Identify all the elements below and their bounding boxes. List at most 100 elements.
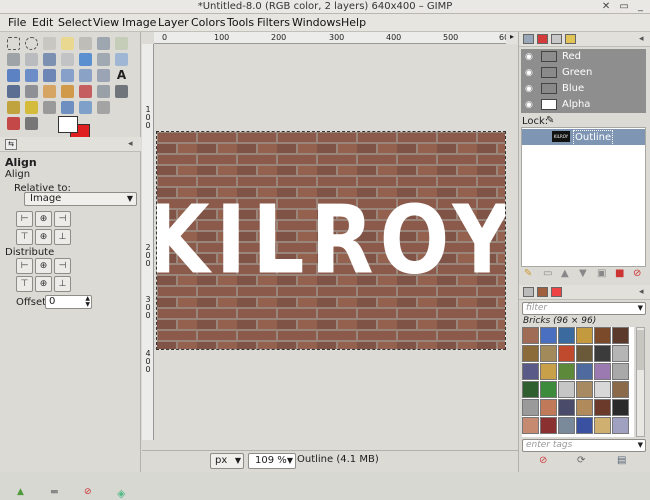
eye-icon[interactable]: ◉ <box>525 100 533 110</box>
pattern-swatch[interactable] <box>612 345 629 362</box>
channel-green[interactable]: ◉ Green <box>521 65 646 81</box>
new-layer-icon[interactable]: ✎ <box>524 268 532 279</box>
align-top-button[interactable]: ⊤ <box>16 229 33 245</box>
menu-tools[interactable]: Tools <box>227 14 254 32</box>
pencil-icon[interactable] <box>43 85 56 98</box>
open-pattern-icon[interactable]: ▤ <box>617 455 626 466</box>
crop-icon[interactable] <box>115 53 128 66</box>
menu-edit[interactable]: Edit <box>32 14 53 32</box>
align-right-button[interactable]: ⊣ <box>54 211 71 227</box>
navigate-icon[interactable]: ▸ <box>506 32 518 44</box>
pattern-swatch[interactable] <box>594 417 611 434</box>
pattern-swatch[interactable] <box>594 345 611 362</box>
pattern-swatch[interactable] <box>576 381 593 398</box>
align-icon[interactable] <box>97 53 110 66</box>
airbrush-icon[interactable] <box>97 85 110 98</box>
color-picker-icon[interactable] <box>25 53 38 66</box>
tab-menu-icon[interactable]: ◂ <box>639 287 644 297</box>
eye-icon[interactable]: ◉ <box>525 84 533 94</box>
blend-icon[interactable] <box>25 85 38 98</box>
pattern-swatch[interactable] <box>558 327 575 344</box>
eraser-icon[interactable] <box>79 85 92 98</box>
pattern-swatch[interactable] <box>612 381 629 398</box>
undo-tab-icon[interactable] <box>565 34 576 44</box>
delete-options-icon[interactable]: ⊘ <box>84 487 94 497</box>
text-tool-icon[interactable]: A <box>115 69 128 82</box>
save-options-icon[interactable]: ▲ <box>17 487 27 497</box>
pattern-swatch[interactable] <box>522 345 539 362</box>
pattern-scrollbar[interactable] <box>636 327 645 437</box>
pattern-swatch[interactable] <box>558 363 575 380</box>
pattern-tags-input[interactable]: enter tags ▼ <box>522 439 646 452</box>
zoom-icon[interactable] <box>43 53 56 66</box>
pattern-swatch[interactable] <box>594 327 611 344</box>
align-left-button[interactable]: ⊢ <box>16 211 33 227</box>
pattern-swatch[interactable] <box>540 345 557 362</box>
paintbrush-icon[interactable] <box>61 85 74 98</box>
pattern-swatch[interactable] <box>576 327 593 344</box>
tab-menu-icon[interactable]: ◂ <box>128 139 133 149</box>
pattern-swatch[interactable] <box>594 381 611 398</box>
eye-icon[interactable]: ◉ <box>525 52 533 62</box>
pattern-swatch[interactable] <box>558 417 575 434</box>
delete-layer-icon[interactable]: ⊘ <box>633 268 641 279</box>
brushes-tab-icon[interactable] <box>523 287 534 297</box>
menu-windows[interactable]: Windows <box>292 14 341 32</box>
new-group-icon[interactable]: ▭ <box>543 268 552 279</box>
refresh-patterns-icon[interactable]: ⟳ <box>577 455 585 466</box>
foreground-color-swatch[interactable] <box>58 116 78 133</box>
eye-icon[interactable]: ◉ <box>525 68 533 78</box>
move-icon[interactable] <box>79 53 92 66</box>
tab-menu-icon[interactable]: ◂ <box>639 34 644 44</box>
pattern-swatch[interactable] <box>594 399 611 416</box>
align-center-button[interactable]: ⊕ <box>35 211 52 227</box>
unit-select[interactable]: px ▼ <box>210 453 244 469</box>
menu-filters[interactable]: Filters <box>257 14 290 32</box>
foreground-select-icon[interactable] <box>115 37 128 50</box>
pattern-swatch[interactable] <box>522 399 539 416</box>
pattern-swatch[interactable] <box>612 327 629 344</box>
pattern-swatch[interactable] <box>522 381 539 398</box>
pattern-swatch[interactable] <box>540 363 557 380</box>
distribute-center-button[interactable]: ⊕ <box>35 258 52 274</box>
pattern-swatch[interactable] <box>558 381 575 398</box>
menu-select[interactable]: Select <box>58 14 92 32</box>
shear-icon[interactable] <box>43 69 56 82</box>
pattern-swatch[interactable] <box>540 399 557 416</box>
fuzzy-select-icon[interactable] <box>61 37 74 50</box>
paths-icon[interactable] <box>7 53 20 66</box>
ellipse-select-icon[interactable] <box>25 37 38 50</box>
raise-icon[interactable]: ▲ <box>561 268 569 279</box>
tool-options-tab-icon[interactable]: ⇆ <box>5 139 17 150</box>
reset-options-icon[interactable]: ◈ <box>117 487 127 500</box>
pattern-swatch[interactable] <box>576 345 593 362</box>
menu-help[interactable]: Help <box>341 14 366 32</box>
menu-file[interactable]: File <box>8 14 26 32</box>
align-middle-button[interactable]: ⊕ <box>35 229 52 245</box>
color-select-icon[interactable] <box>79 37 92 50</box>
pattern-swatch[interactable] <box>612 399 629 416</box>
free-select-icon[interactable] <box>43 37 56 50</box>
pattern-swatch[interactable] <box>612 363 629 380</box>
duplicate-icon[interactable]: ▣ <box>597 268 606 279</box>
smudge-icon[interactable] <box>79 101 92 114</box>
perspective-clone-icon[interactable] <box>43 101 56 114</box>
image-canvas[interactable]: KILROY <box>156 131 506 350</box>
offset-input[interactable]: 0 ▲ ▼ <box>45 295 92 309</box>
distribute-bottom-button[interactable]: ⊥ <box>54 276 71 292</box>
window-controls[interactable]: ✕ ▭ _ <box>602 1 646 13</box>
distribute-middle-button[interactable]: ⊕ <box>35 276 52 292</box>
distribute-right-button[interactable]: ⊣ <box>54 258 71 274</box>
menu-image[interactable]: Image <box>122 14 156 32</box>
relative-to-select[interactable]: Image ▼ <box>24 192 137 206</box>
anchor-icon[interactable]: ■ <box>615 268 624 279</box>
color-icon[interactable] <box>7 117 20 130</box>
menu-layer[interactable]: Layer <box>158 14 189 32</box>
spin-arrows-icon[interactable]: ▲ ▼ <box>85 296 90 308</box>
scissors-icon[interactable] <box>97 37 110 50</box>
pattern-swatch[interactable] <box>522 417 539 434</box>
pattern-swatch[interactable] <box>540 417 557 434</box>
pattern-swatch[interactable] <box>558 399 575 416</box>
rotate-icon[interactable] <box>7 69 20 82</box>
dodge-burn-icon[interactable] <box>97 101 110 114</box>
